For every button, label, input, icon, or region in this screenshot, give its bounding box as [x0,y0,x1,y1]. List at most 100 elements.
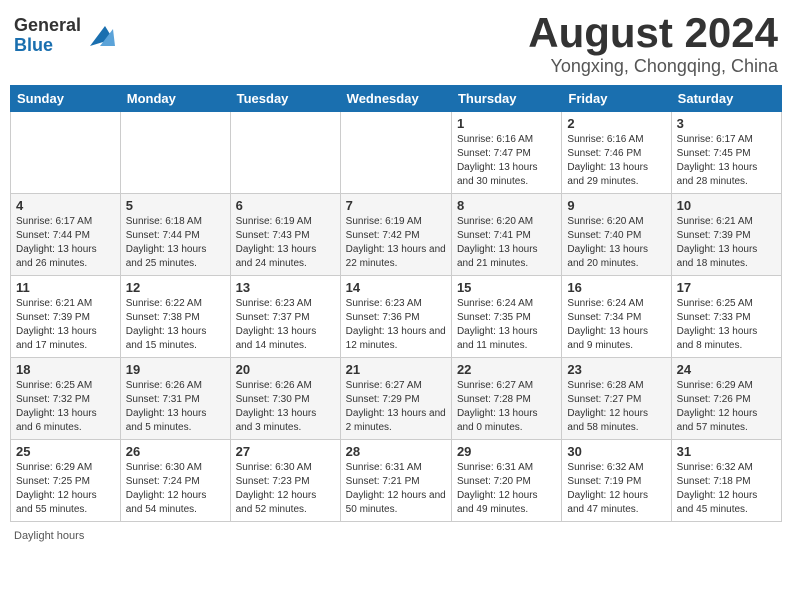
day-info: Sunrise: 6:17 AMSunset: 7:45 PMDaylight:… [677,133,776,189]
day-number: 25 [16,444,115,459]
day-info: Sunrise: 6:24 AMSunset: 7:34 PMDaylight:… [567,297,665,353]
day-info: Sunrise: 6:18 AMSunset: 7:44 PMDaylight:… [126,215,225,271]
day-info: Sunrise: 6:27 AMSunset: 7:28 PMDaylight:… [457,379,556,435]
calendar-cell: 14 Sunrise: 6:23 AMSunset: 7:36 PMDayligh… [340,276,451,358]
day-number: 3 [677,116,776,131]
calendar-cell: 26 Sunrise: 6:30 AMSunset: 7:24 PMDayligh… [120,440,230,522]
daylight-label: Daylight hours [14,530,84,542]
weekday-wednesday: Wednesday [340,86,451,112]
day-number: 4 [16,198,115,213]
day-number: 8 [457,198,556,213]
day-info: Sunrise: 6:21 AMSunset: 7:39 PMDaylight:… [677,215,776,271]
day-number: 23 [567,362,665,377]
day-number: 14 [346,280,446,295]
day-number: 28 [346,444,446,459]
day-number: 19 [126,362,225,377]
day-info: Sunrise: 6:26 AMSunset: 7:30 PMDaylight:… [236,379,335,435]
calendar-cell [230,112,340,194]
day-number: 18 [16,362,115,377]
day-info: Sunrise: 6:21 AMSunset: 7:39 PMDaylight:… [16,297,115,353]
day-number: 1 [457,116,556,131]
day-number: 9 [567,198,665,213]
day-number: 20 [236,362,335,377]
month-title: August 2024 [528,10,778,56]
day-info: Sunrise: 6:24 AMSunset: 7:35 PMDaylight:… [457,297,556,353]
logo: General Blue [14,16,115,56]
day-info: Sunrise: 6:19 AMSunset: 7:43 PMDaylight:… [236,215,335,271]
calendar-cell: 23 Sunrise: 6:28 AMSunset: 7:27 PMDayligh… [562,358,671,440]
calendar-cell: 11Sunrise: 6:21 AMSunset: 7:39 PMDayligh… [11,276,121,358]
calendar-cell: 10 Sunrise: 6:21 AMSunset: 7:39 PMDayligh… [671,194,781,276]
calendar-table: SundayMondayTuesdayWednesdayThursdayFrid… [10,85,782,522]
weekday-header-row: SundayMondayTuesdayWednesdayThursdayFrid… [11,86,782,112]
day-number: 24 [677,362,776,377]
weekday-sunday: Sunday [11,86,121,112]
calendar-cell: 25 Sunrise: 6:29 AMSunset: 7:25 PMDayligh… [11,440,121,522]
calendar-cell: 15 Sunrise: 6:24 AMSunset: 7:35 PMDayligh… [451,276,561,358]
calendar-cell: 24 Sunrise: 6:29 AMSunset: 7:26 PMDayligh… [671,358,781,440]
calendar-cell: 19 Sunrise: 6:26 AMSunset: 7:31 PMDayligh… [120,358,230,440]
day-info: Sunrise: 6:19 AMSunset: 7:42 PMDaylight:… [346,215,446,271]
calendar-cell: 9 Sunrise: 6:20 AMSunset: 7:40 PMDaylight… [562,194,671,276]
day-number: 29 [457,444,556,459]
day-number: 17 [677,280,776,295]
footer: Daylight hours [10,530,782,542]
logo-general: General [14,16,81,36]
day-number: 27 [236,444,335,459]
day-info: Sunrise: 6:28 AMSunset: 7:27 PMDaylight:… [567,379,665,435]
day-info: Sunrise: 6:20 AMSunset: 7:41 PMDaylight:… [457,215,556,271]
calendar-cell: 8 Sunrise: 6:20 AMSunset: 7:41 PMDaylight… [451,194,561,276]
day-number: 26 [126,444,225,459]
day-info: Sunrise: 6:30 AMSunset: 7:24 PMDaylight:… [126,461,225,517]
day-number: 13 [236,280,335,295]
calendar-cell: 17 Sunrise: 6:25 AMSunset: 7:33 PMDayligh… [671,276,781,358]
day-info: Sunrise: 6:17 AMSunset: 7:44 PMDaylight:… [16,215,115,271]
day-info: Sunrise: 6:27 AMSunset: 7:29 PMDaylight:… [346,379,446,435]
weekday-thursday: Thursday [451,86,561,112]
calendar-cell: 31Sunrise: 6:32 AMSunset: 7:18 PMDayligh… [671,440,781,522]
calendar-week-2: 4 Sunrise: 6:17 AMSunset: 7:44 PMDaylight… [11,194,782,276]
calendar-cell: 21Sunrise: 6:27 AMSunset: 7:29 PMDayligh… [340,358,451,440]
day-number: 15 [457,280,556,295]
day-info: Sunrise: 6:29 AMSunset: 7:25 PMDaylight:… [16,461,115,517]
calendar-cell: 20 Sunrise: 6:26 AMSunset: 7:30 PMDayligh… [230,358,340,440]
weekday-monday: Monday [120,86,230,112]
calendar-cell: 12 Sunrise: 6:22 AMSunset: 7:38 PMDayligh… [120,276,230,358]
day-info: Sunrise: 6:25 AMSunset: 7:33 PMDaylight:… [677,297,776,353]
calendar-week-1: 1 Sunrise: 6:16 AMSunset: 7:47 PMDaylight… [11,112,782,194]
day-number: 30 [567,444,665,459]
day-info: Sunrise: 6:23 AMSunset: 7:36 PMDaylight:… [346,297,446,353]
weekday-saturday: Saturday [671,86,781,112]
day-info: Sunrise: 6:25 AMSunset: 7:32 PMDaylight:… [16,379,115,435]
day-info: Sunrise: 6:26 AMSunset: 7:31 PMDaylight:… [126,379,225,435]
calendar-cell: 28 Sunrise: 6:31 AMSunset: 7:21 PMDayligh… [340,440,451,522]
weekday-friday: Friday [562,86,671,112]
calendar-week-5: 25 Sunrise: 6:29 AMSunset: 7:25 PMDayligh… [11,440,782,522]
day-info: Sunrise: 6:22 AMSunset: 7:38 PMDaylight:… [126,297,225,353]
page-header: General Blue August 2024 Yongxing, Chong… [10,10,782,77]
day-info: Sunrise: 6:32 AMSunset: 7:19 PMDaylight:… [567,461,665,517]
day-info: Sunrise: 6:31 AMSunset: 7:21 PMDaylight:… [346,461,446,517]
calendar-cell: 16Sunrise: 6:24 AMSunset: 7:34 PMDayligh… [562,276,671,358]
day-number: 12 [126,280,225,295]
day-info: Sunrise: 6:20 AMSunset: 7:40 PMDaylight:… [567,215,665,271]
weekday-tuesday: Tuesday [230,86,340,112]
day-info: Sunrise: 6:29 AMSunset: 7:26 PMDaylight:… [677,379,776,435]
day-number: 7 [346,198,446,213]
calendar-cell: 2Sunrise: 6:16 AMSunset: 7:46 PMDaylight… [562,112,671,194]
calendar-cell: 5Sunrise: 6:18 AMSunset: 7:44 PMDaylight… [120,194,230,276]
calendar-cell: 13 Sunrise: 6:23 AMSunset: 7:37 PMDayligh… [230,276,340,358]
day-number: 10 [677,198,776,213]
calendar-cell: 29Sunrise: 6:31 AMSunset: 7:20 PMDayligh… [451,440,561,522]
day-number: 2 [567,116,665,131]
day-number: 31 [677,444,776,459]
calendar-cell [340,112,451,194]
day-info: Sunrise: 6:23 AMSunset: 7:37 PMDaylight:… [236,297,335,353]
calendar-cell: 7 Sunrise: 6:19 AMSunset: 7:42 PMDaylight… [340,194,451,276]
day-info: Sunrise: 6:16 AMSunset: 7:47 PMDaylight:… [457,133,556,189]
calendar-cell: 22 Sunrise: 6:27 AMSunset: 7:28 PMDayligh… [451,358,561,440]
day-number: 6 [236,198,335,213]
logo-icon [85,21,115,51]
calendar-cell [120,112,230,194]
day-number: 22 [457,362,556,377]
